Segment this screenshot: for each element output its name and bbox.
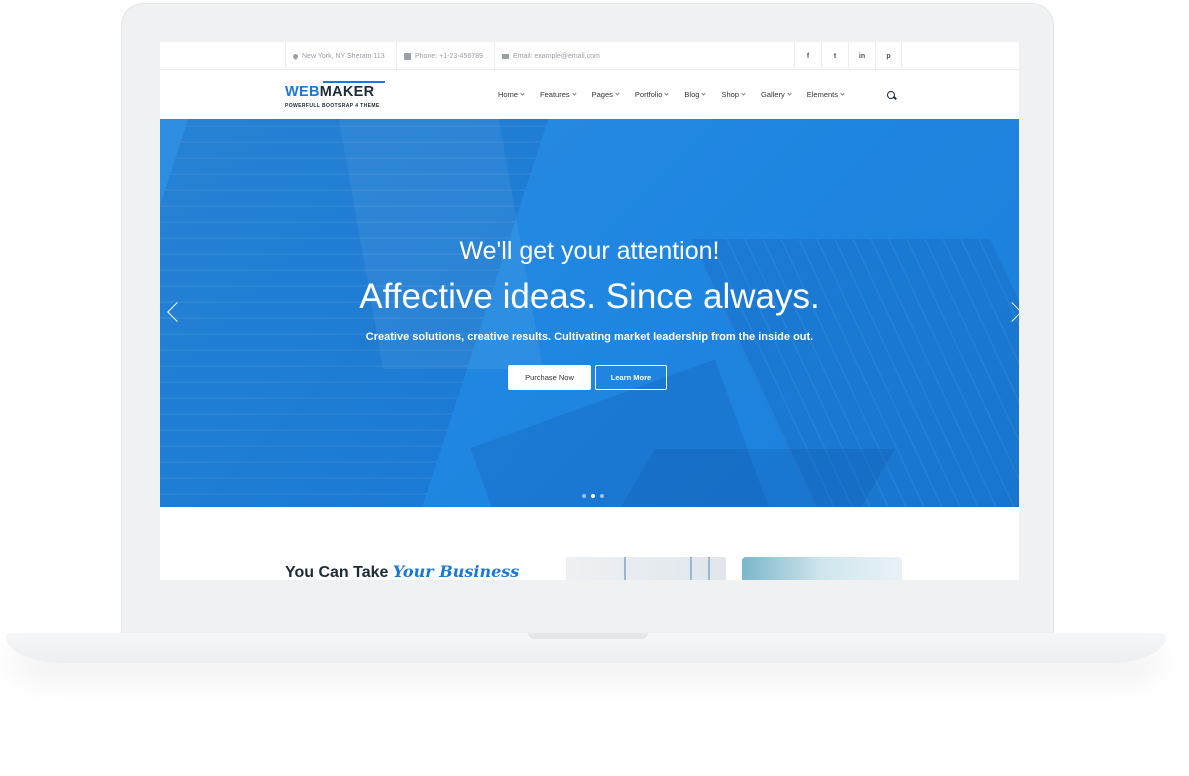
section-title-plain: You Can Take xyxy=(285,564,393,580)
laptop-notch xyxy=(528,633,648,639)
email-info[interactable]: Email: example@email.com xyxy=(494,42,608,70)
nav-item-portfolio[interactable]: Portfolio xyxy=(634,90,670,99)
logo-part-maker: MAKER xyxy=(319,84,375,100)
nav-menu: Home Features Pages Portfolio Blog Shop … xyxy=(498,70,860,119)
nav-item-shop[interactable]: Shop xyxy=(721,90,746,99)
mail-icon xyxy=(502,53,509,59)
location-pin-icon xyxy=(291,52,300,60)
linkedin-icon[interactable]: in xyxy=(848,42,875,70)
image-detail xyxy=(708,557,710,580)
logo-wordmark: WEBMAKER xyxy=(285,84,374,100)
nav-label: Features xyxy=(540,90,570,99)
nav-item-features[interactable]: Features xyxy=(540,90,577,99)
section-image-2 xyxy=(742,557,902,580)
nav-item-elements[interactable]: Elements xyxy=(806,90,845,99)
chevron-down-icon xyxy=(520,91,525,96)
chevron-down-icon xyxy=(615,91,620,96)
learn-more-button[interactable]: Learn More xyxy=(595,365,667,390)
hero-slider: We'll get your attention! Affective idea… xyxy=(160,119,1019,507)
email-text[interactable]: Email: example@email.com xyxy=(513,53,600,60)
phone-icon xyxy=(404,52,411,60)
search-icon[interactable] xyxy=(887,91,895,99)
nav-label: Home xyxy=(498,90,519,99)
hero-kicker: We'll get your attention! xyxy=(459,237,720,265)
chevron-down-icon xyxy=(664,91,670,96)
chevron-down-icon xyxy=(787,91,792,96)
image-detail xyxy=(690,557,692,580)
logo-tagline: POWERFULL BOOTSRAP 4 THEME xyxy=(285,103,380,109)
hero-headline: Affective ideas. Since always. xyxy=(359,277,820,316)
twitter-icon[interactable]: t xyxy=(821,42,848,70)
address-text: New York, NY Sheram 113 xyxy=(302,52,385,60)
facebook-icon[interactable]: f xyxy=(794,42,821,70)
logo-accent-bar xyxy=(323,81,385,83)
nav-item-pages[interactable]: Pages xyxy=(591,90,620,99)
phone-text: Phone: +1-23-456789 xyxy=(415,52,483,60)
nav-label: Pages xyxy=(591,90,613,99)
nav-label: Gallery xyxy=(760,90,785,99)
phone-info: Phone: +1-23-456789 xyxy=(396,42,491,70)
chevron-down-icon xyxy=(701,91,707,96)
pinterest-icon[interactable]: p xyxy=(875,42,902,70)
nav-label: Shop xyxy=(721,90,739,99)
slider-dot[interactable] xyxy=(582,494,586,498)
address-info: New York, NY Sheram 113 xyxy=(285,42,393,70)
website-screen: New York, NY Sheram 113 Phone: +1-23-456… xyxy=(160,42,1019,580)
nav-label: Portfolio xyxy=(634,90,663,99)
nav-item-gallery[interactable]: Gallery xyxy=(760,90,792,99)
nav-item-home[interactable]: Home xyxy=(498,90,525,99)
chevron-down-icon xyxy=(840,91,845,96)
nav-label: Blog xyxy=(684,90,700,99)
image-detail xyxy=(624,557,626,580)
main-navbar: WEBMAKER POWERFULL BOOTSRAP 4 THEME Home… xyxy=(160,70,1019,119)
slider-pagination xyxy=(582,494,604,498)
section-title-emphasis: Your Business xyxy=(392,562,520,580)
chevron-down-icon xyxy=(572,91,577,96)
section-title: You Can Take Your Business xyxy=(285,562,519,580)
logo-part-web: WEB xyxy=(285,84,320,100)
section-image-1 xyxy=(566,557,726,580)
slider-dot-active[interactable] xyxy=(591,494,595,498)
hero-subtext: Creative solutions, creative results. Cu… xyxy=(365,331,814,343)
chevron-down-icon xyxy=(741,91,746,96)
nav-item-blog[interactable]: Blog xyxy=(684,90,707,99)
slider-dot[interactable] xyxy=(600,494,604,498)
device-mockup: New York, NY Sheram 113 Phone: +1-23-456… xyxy=(0,0,1189,776)
nav-label: Elements xyxy=(806,90,838,99)
purchase-now-button[interactable]: Purchase Now xyxy=(508,365,591,390)
laptop-base xyxy=(6,633,1166,663)
top-info-bar: New York, NY Sheram 113 Phone: +1-23-456… xyxy=(160,42,1019,70)
